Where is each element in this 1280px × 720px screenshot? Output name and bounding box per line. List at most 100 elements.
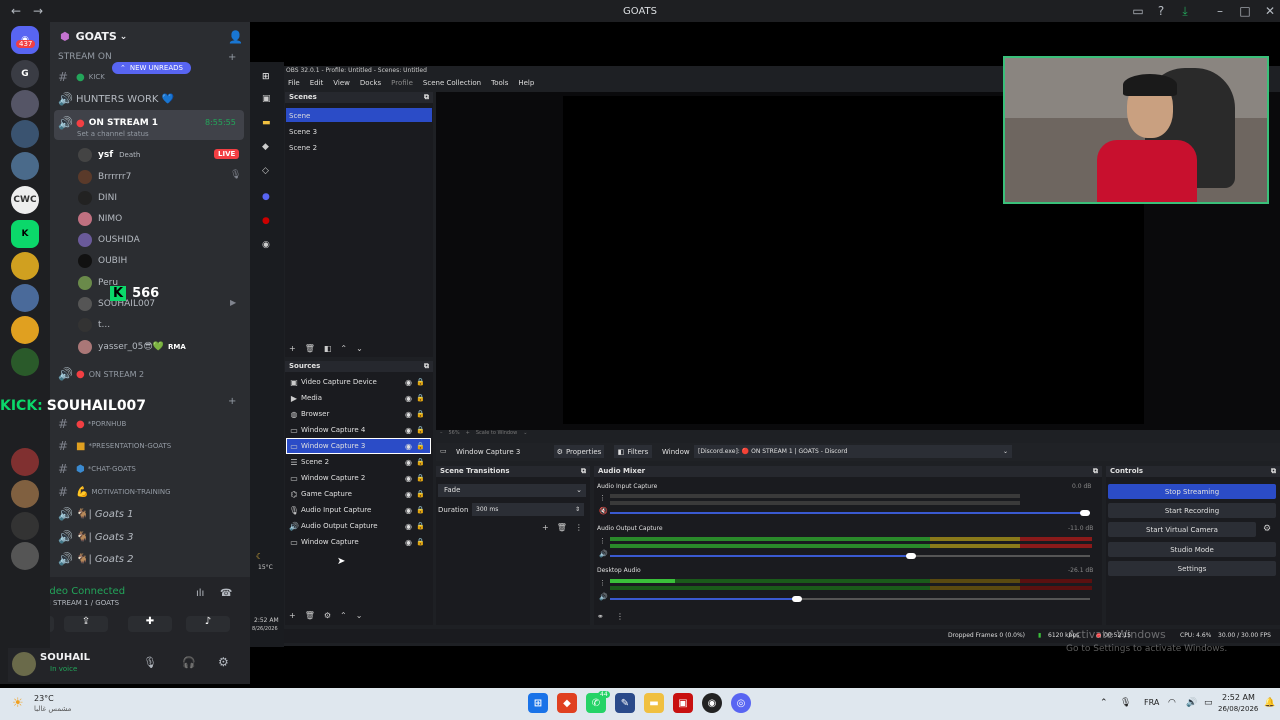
brave-icon[interactable]: ◆	[557, 693, 577, 713]
chevron-up-icon[interactable]: ⌃	[1100, 698, 1108, 708]
spinner-icon[interactable]: ⇕	[575, 503, 580, 516]
menu-view[interactable]: View	[333, 79, 350, 87]
microphone-icon[interactable]: 🎙	[1120, 698, 1131, 708]
voice-user[interactable]: yasser_05😎💚 RMA	[78, 340, 186, 354]
zoom-in-icon[interactable]: +	[466, 430, 470, 436]
scene-item[interactable]: Scene 3	[289, 128, 317, 136]
app-icon[interactable]: ✎	[615, 693, 635, 713]
add-icon[interactable]: +	[289, 611, 296, 620]
lock-icon[interactable]: 🔒	[416, 442, 425, 450]
voice-user[interactable]: OUSHIDA	[78, 233, 140, 247]
more-icon[interactable]: ⋮	[599, 579, 606, 587]
new-unreads-pill[interactable]: ⌃ NEW UNREADS	[112, 62, 191, 74]
discord-icon[interactable]: ◎	[731, 693, 751, 713]
scene-item[interactable]: Scene	[289, 112, 310, 120]
source-item[interactable]: 🔊 Audio Output Capture ◉ 🔒	[287, 519, 430, 533]
wifi-icon[interactable]: ◠	[1168, 698, 1176, 708]
link-icon[interactable]: ⚭	[597, 612, 604, 621]
clock-time[interactable]: 2:52 AM	[1222, 693, 1255, 702]
add-icon[interactable]: +	[542, 523, 549, 532]
clock-date[interactable]: 26/08/2026	[1218, 705, 1258, 713]
voice-user[interactable]: Brrrrrr7	[78, 170, 131, 184]
chevron-down-icon[interactable]: ⌄	[356, 344, 363, 353]
filter-icon[interactable]: ◧	[324, 344, 332, 353]
voice-status[interactable]: Video Connected	[50, 586, 125, 597]
more-icon[interactable]: ⋮	[616, 612, 624, 621]
studio-mode-button[interactable]: Studio Mode	[1108, 542, 1276, 557]
activities-button[interactable]: ✚	[128, 616, 172, 632]
voice-channel-name[interactable]: ON STREAM 1 / GOATS	[50, 599, 119, 607]
chevron-up-icon[interactable]: ⌃	[340, 611, 347, 620]
server-icon[interactable]	[11, 542, 39, 570]
language-indicator[interactable]: FRA	[1144, 698, 1159, 707]
chevron-down-icon[interactable]: ⌄	[356, 611, 363, 620]
volume-slider-handle[interactable]	[1080, 510, 1090, 516]
speaker-icon[interactable]: 🔊	[599, 550, 608, 558]
chevron-up-icon[interactable]: ⌃	[340, 344, 347, 353]
gear-icon[interactable]: ⚙	[1263, 524, 1271, 534]
eye-icon[interactable]: ◉	[405, 378, 412, 387]
lock-icon[interactable]: 🔒	[416, 490, 425, 498]
server-icon[interactable]	[11, 480, 39, 508]
server-icon[interactable]	[11, 512, 39, 540]
voice-channel-hunters-work[interactable]: 🔊 HUNTERS WORK 💙	[58, 92, 174, 106]
camera-button[interactable]: ▣	[50, 616, 54, 632]
folder-icon[interactable]: ▬	[262, 118, 271, 128]
lock-icon[interactable]: 🔒	[416, 522, 425, 530]
start-recording-button[interactable]: Start Recording	[1108, 503, 1276, 518]
close-icon[interactable]: ✕	[1262, 3, 1278, 19]
menu-help[interactable]: Help	[518, 79, 534, 87]
category-stream-on[interactable]: STREAM ON	[58, 52, 112, 62]
eye-icon[interactable]: ◉	[405, 474, 412, 483]
soundboard-button[interactable]: ♪	[186, 616, 230, 632]
server-icon[interactable]	[11, 284, 39, 312]
obs-icon[interactable]: ◉	[262, 240, 270, 250]
lock-icon[interactable]: 🔒	[416, 474, 425, 482]
channel-presentation[interactable]: # ■ *PRESENTATION-GOATS	[58, 439, 171, 453]
undock-icon[interactable]: ⧉	[424, 92, 429, 103]
eye-icon[interactable]: ◉	[405, 538, 412, 547]
eye-icon[interactable]: ◉	[405, 490, 412, 499]
speaker-icon[interactable]: 🔊	[599, 593, 608, 601]
channel-kick[interactable]: # ● KICK	[58, 70, 105, 84]
lock-icon[interactable]: 🔒	[416, 506, 425, 514]
server-icon[interactable]: CWC	[11, 186, 39, 214]
headphones-icon[interactable]: 🎧	[182, 656, 196, 669]
eye-icon[interactable]: ◉	[405, 506, 412, 515]
menu-scene-collection[interactable]: Scene Collection	[423, 79, 481, 87]
source-item[interactable]: ◍ Browser ◉ 🔒	[287, 407, 430, 421]
channel-chat[interactable]: # ⬢ *CHAT-GOATS	[58, 462, 136, 476]
add-icon[interactable]: +	[289, 344, 296, 353]
undock-icon[interactable]: ⧉	[1271, 466, 1276, 477]
weather-icon[interactable]: ☀	[12, 696, 24, 711]
source-item[interactable]: ▶ Media ◉ 🔒	[287, 391, 430, 405]
app-icon[interactable]: ◇	[262, 166, 269, 176]
download-icon[interactable]: ⤓	[1177, 3, 1193, 19]
voice-user[interactable]: t...	[78, 318, 110, 332]
taskview-icon[interactable]: ▣	[262, 94, 271, 104]
source-item[interactable]: ☰ Scene 2 ◉ 🔒	[287, 455, 430, 469]
volume-slider[interactable]	[610, 512, 1090, 514]
trash-icon[interactable]: 🗑	[557, 523, 567, 532]
set-channel-status[interactable]: Set a channel status	[77, 130, 149, 138]
help-icon[interactable]: ?	[1153, 3, 1169, 19]
channel-pornhub[interactable]: # ● *PORNHUB	[58, 417, 126, 431]
source-item[interactable]: 🎙 Audio Input Capture ◉ 🔒	[287, 503, 430, 517]
lock-icon[interactable]: 🔒	[416, 378, 425, 386]
app-icon[interactable]: ●	[262, 216, 270, 226]
add-channel-icon[interactable]: +	[228, 52, 236, 63]
voice-user[interactable]: ysf Death	[78, 148, 140, 162]
microphone-icon[interactable]: 🎙	[143, 656, 157, 669]
app-icon[interactable]: ▣	[673, 693, 693, 713]
eye-icon[interactable]: ◉	[405, 410, 412, 419]
voice-channel-goats-2[interactable]: 🔊 🐐| Goats 2	[58, 552, 134, 566]
more-icon[interactable]: ⋮	[599, 494, 606, 502]
properties-button[interactable]: ⚙ Properties	[554, 445, 604, 458]
voice-user[interactable]: NIMO	[78, 212, 122, 226]
notification-icon[interactable]: 🔔	[1264, 698, 1275, 708]
volume-slider-handle[interactable]	[792, 596, 802, 602]
lock-icon[interactable]: 🔒	[416, 458, 425, 466]
discord-icon[interactable]: ●	[262, 192, 270, 202]
chevron-down-icon[interactable]: ⌄	[523, 430, 527, 436]
app-icon[interactable]: ◆	[262, 142, 269, 152]
